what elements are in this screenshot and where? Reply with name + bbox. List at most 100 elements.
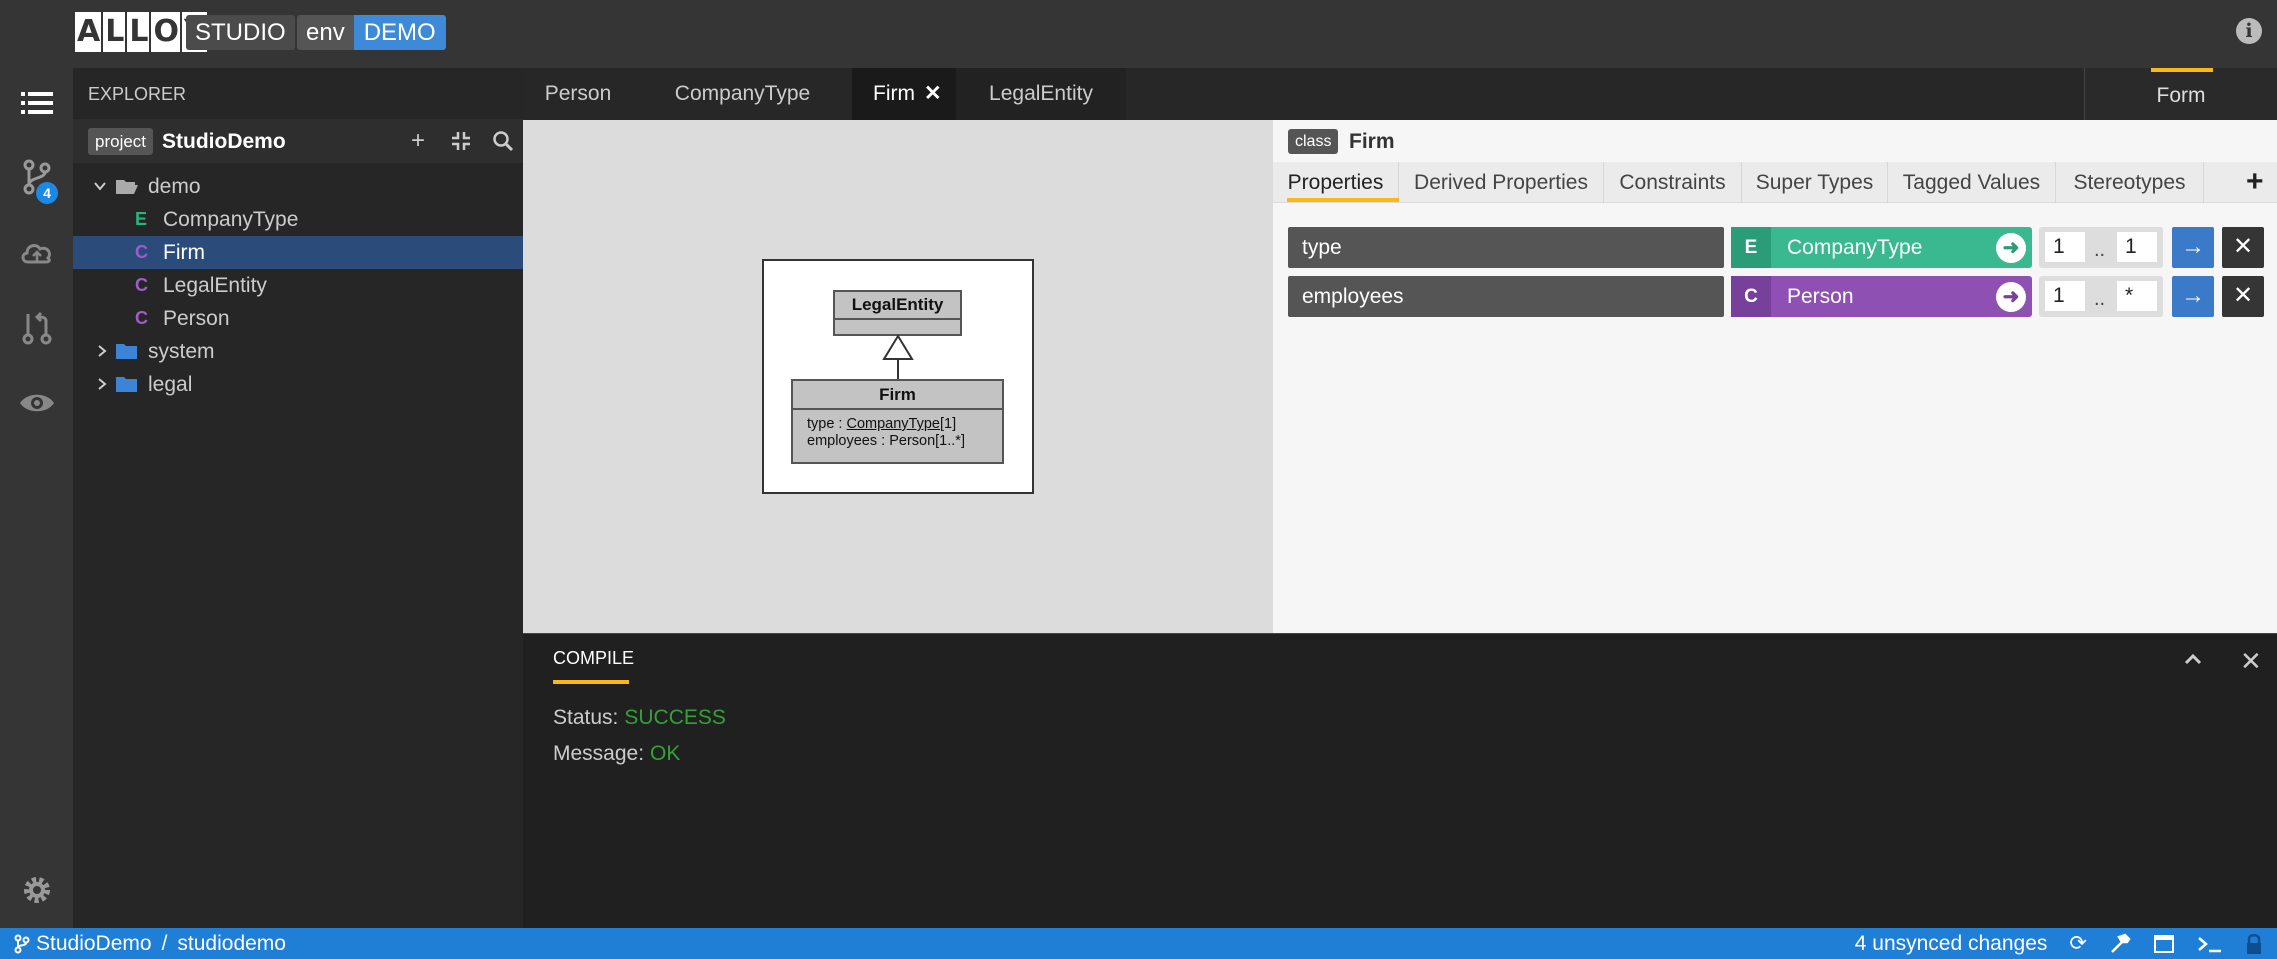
subtab-super-types[interactable]: Super Types	[1742, 162, 1888, 203]
property-type-name: CompanyType	[1787, 236, 1923, 259]
status-bar-actions: 4 unsynced changes ⟳	[1855, 928, 2263, 959]
class-tag: class	[1288, 129, 1339, 154]
tree-item-label: Person	[163, 307, 230, 330]
tree-item-label: CompanyType	[163, 208, 299, 231]
tree-item-label: legal	[148, 373, 193, 396]
tree-item-firm[interactable]: C Firm	[73, 236, 523, 269]
property-name-input[interactable]: type	[1288, 227, 1724, 268]
delete-property-button[interactable]: ✕	[2222, 227, 2264, 268]
search-button[interactable]	[488, 126, 518, 156]
delete-property-button[interactable]: ✕	[2222, 276, 2264, 317]
terminal-icon[interactable]	[2197, 934, 2223, 954]
chevron-up-icon	[2184, 653, 2202, 665]
console-panel	[523, 633, 2277, 928]
status-label: Status:	[553, 706, 619, 729]
watch-activity-button[interactable]	[0, 368, 73, 438]
uml-property: type : CompanyType[1]	[807, 416, 957, 432]
panel-toggle-icon[interactable]	[2153, 934, 2175, 954]
cloud-sync-icon	[21, 244, 51, 264]
tab-legalentity[interactable]: LegalEntity	[956, 68, 1126, 120]
collapse-panel-button[interactable]	[2182, 648, 2204, 677]
env-value: DEMO	[353, 15, 446, 50]
lower-bound-input[interactable]: 1	[2045, 232, 2085, 262]
subtab-stereotypes[interactable]: Stereotypes	[2056, 162, 2204, 203]
multiplicity-editor: 1 .. *	[2039, 276, 2163, 317]
close-icon: ✕	[2232, 233, 2254, 260]
hammer-icon[interactable]	[2109, 933, 2131, 955]
chevron-right-icon	[95, 368, 109, 411]
status-workspace: studiodemo	[177, 932, 286, 955]
logo-letter: A	[75, 12, 102, 52]
tab-companytype[interactable]: CompanyType	[655, 68, 830, 120]
logo-letter: L	[103, 12, 126, 52]
info-icon[interactable]: i	[2236, 18, 2262, 44]
status-separator: /	[161, 932, 168, 955]
tab-firm[interactable]: Firm ✕	[852, 68, 956, 120]
close-tab-icon[interactable]: ✕	[924, 68, 942, 120]
eye-icon	[19, 394, 54, 412]
folder-icon	[115, 368, 139, 411]
arrow-right-icon: →	[2181, 233, 2205, 260]
lower-bound-input[interactable]: 1	[2045, 281, 2085, 311]
subtab-derived-properties[interactable]: Derived Properties	[1399, 162, 1604, 203]
form-view-tab[interactable]: Form	[2084, 68, 2277, 120]
compile-status: Status: SUCCESS	[553, 704, 726, 732]
tree-item-label: LegalEntity	[163, 274, 267, 297]
sync-icon[interactable]: ⟳	[2069, 928, 2087, 959]
close-panel-button[interactable]: ✕	[2240, 646, 2262, 677]
tree-item-person[interactable]: C Person	[73, 302, 523, 335]
form-tab-indicator	[2151, 68, 2213, 72]
settings-button[interactable]	[0, 855, 73, 925]
enum-icon: E	[135, 209, 148, 229]
tree-folder-system[interactable]: system	[73, 335, 523, 368]
tab-label: Firm	[873, 82, 915, 105]
new-element-button[interactable]: +	[403, 126, 433, 156]
collapse-tree-button[interactable]	[446, 126, 476, 156]
explorer-activity-button[interactable]	[0, 68, 73, 138]
tab-label: CompanyType	[674, 82, 811, 105]
tab-label: Person	[544, 82, 612, 105]
property-type-selector[interactable]: E CompanyType ➜	[1731, 227, 2032, 268]
review-activity-button[interactable]	[0, 293, 73, 363]
subtab-tagged-values[interactable]: Tagged Values	[1888, 162, 2056, 203]
tree-item-legalentity[interactable]: C LegalEntity	[73, 269, 523, 302]
compile-message: Message: OK	[553, 740, 680, 768]
source-control-activity-button[interactable]: 4	[0, 142, 73, 212]
status-project: StudioDemo	[36, 932, 152, 955]
review-icon	[22, 311, 51, 345]
uml-property-list: type : CompanyType[1] employees : Person…	[793, 410, 1002, 450]
add-property-button[interactable]: +	[2246, 166, 2264, 198]
status-bar-workspace[interactable]: StudioDemo / studiodemo	[14, 928, 286, 959]
env-label: env	[297, 15, 354, 50]
inheritance-arrow	[882, 334, 914, 380]
tab-person[interactable]: Person	[523, 68, 633, 120]
open-property-button[interactable]: →	[2172, 276, 2214, 317]
range-separator: ..	[2094, 239, 2106, 261]
upper-bound-input[interactable]: 1	[2117, 232, 2157, 262]
go-to-type-icon[interactable]: ➜	[1996, 233, 2026, 263]
property-type-selector[interactable]: C Person ➜	[1731, 276, 2032, 317]
activity-bar: 4	[0, 68, 73, 928]
uml-class-legalentity[interactable]: LegalEntity	[833, 290, 962, 336]
unsynced-changes-count: 4 unsynced changes	[1854, 932, 2048, 955]
tree-item-companytype[interactable]: E CompanyType	[73, 203, 523, 236]
project-name: StudioDemo	[162, 130, 286, 153]
property-name-input[interactable]: employees	[1288, 276, 1724, 317]
subtab-properties[interactable]: Properties	[1273, 162, 1399, 203]
class-icon: C	[1731, 276, 1771, 317]
explorer-icon	[20, 92, 53, 114]
gear-icon	[23, 877, 50, 903]
uml-class-firm[interactable]: Firm type : CompanyType[1] employees : P…	[791, 379, 1004, 464]
tree-folder-legal[interactable]: legal	[73, 368, 523, 401]
go-to-type-icon[interactable]: ➜	[1996, 282, 2026, 312]
open-property-button[interactable]: →	[2172, 227, 2214, 268]
logo-letter: O	[151, 12, 180, 52]
upper-bound-input[interactable]: *	[2117, 281, 2157, 311]
uml-class-title: Firm	[793, 381, 1002, 410]
subtab-constraints[interactable]: Constraints	[1604, 162, 1742, 203]
compile-tab[interactable]: COMPILE	[553, 646, 634, 670]
cloud-sync-activity-button[interactable]	[0, 218, 73, 288]
tree-folder-demo[interactable]: demo	[73, 170, 523, 203]
status-value: SUCCESS	[624, 706, 726, 729]
message-label: Message:	[553, 742, 645, 765]
